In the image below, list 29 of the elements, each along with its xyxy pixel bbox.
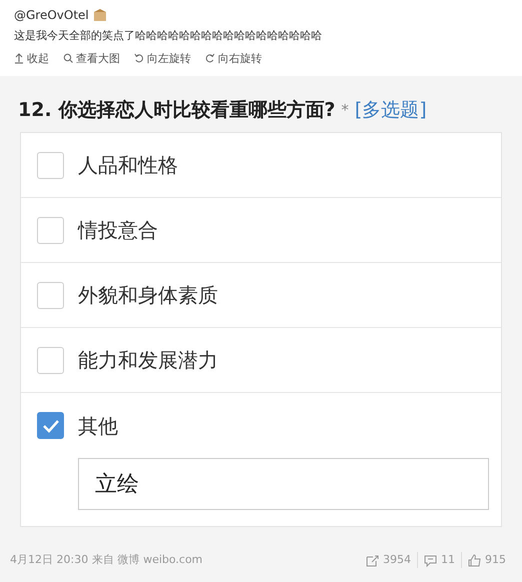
repost-icon[interactable] bbox=[366, 554, 379, 566]
checkbox[interactable] bbox=[37, 412, 64, 439]
thumbs-up-icon[interactable] bbox=[468, 554, 481, 566]
up-arrow-icon bbox=[14, 53, 24, 64]
rotate-right-icon bbox=[205, 53, 215, 64]
post-source: 来自 微博 weibo.com bbox=[92, 552, 203, 568]
stat-count: 3954 bbox=[383, 552, 411, 568]
image-action[interactable]: 向右旋转 bbox=[205, 50, 262, 67]
author-name[interactable]: @GreOvOtel bbox=[14, 6, 89, 24]
checkbox[interactable] bbox=[37, 216, 64, 244]
image-action[interactable]: 向左旋转 bbox=[134, 50, 191, 67]
checkbox[interactable] bbox=[37, 282, 64, 308]
question-title: 12. 你选择恋人时比较看重哪些方面? bbox=[18, 98, 336, 123]
image-action[interactable]: 查看大图 bbox=[63, 50, 120, 67]
post-time: 4月12日 20:30 bbox=[10, 552, 88, 568]
stat-count: 915 bbox=[485, 552, 506, 568]
checkbox[interactable] bbox=[37, 346, 64, 374]
badge-icon bbox=[92, 9, 107, 21]
checkbox[interactable] bbox=[37, 152, 64, 178]
checkmark-icon bbox=[42, 418, 60, 432]
other-input-field[interactable]: 立绘 bbox=[78, 458, 489, 510]
image-action[interactable]: 收起 bbox=[14, 50, 49, 67]
required-mark: * bbox=[341, 100, 349, 121]
search-icon bbox=[63, 53, 73, 64]
rotate-left-icon bbox=[134, 53, 144, 64]
comment-icon[interactable] bbox=[424, 554, 437, 566]
stat-count: 11 bbox=[441, 552, 455, 568]
question-type: [多选题] bbox=[354, 98, 427, 123]
post-text: 这是我今天全部的笑点了哈哈哈哈哈哈哈哈哈哈哈哈哈哈哈哈哈 bbox=[14, 28, 323, 44]
